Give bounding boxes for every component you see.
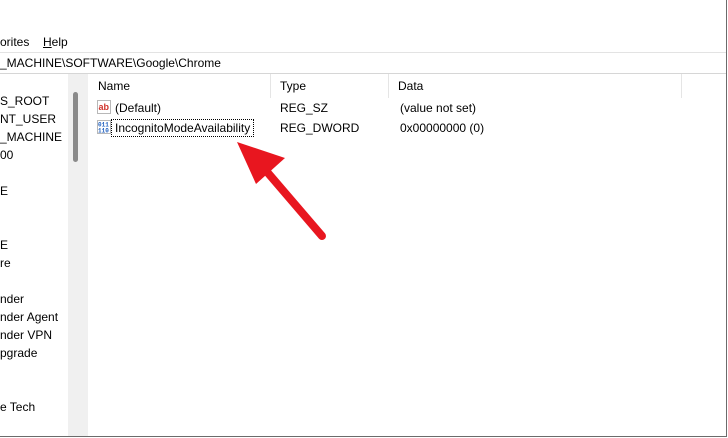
- red-arrow-icon: [237, 142, 326, 240]
- registry-editor-window: orites Help _MACHINE\SOFTWARE\Google\Chr…: [0, 0, 727, 437]
